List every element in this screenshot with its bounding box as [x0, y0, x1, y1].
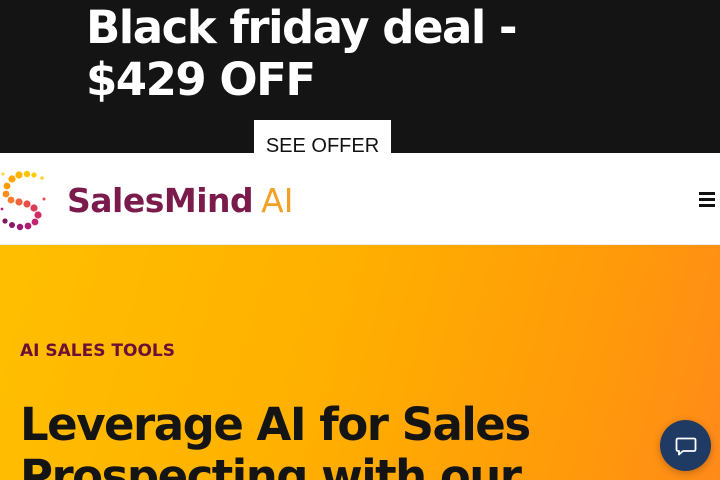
chat-bubble-icon [675, 437, 696, 455]
hamburger-menu-icon[interactable] [698, 186, 716, 210]
promo-title: Black friday deal - $429 OFF [86, 1, 518, 106]
logo-ai-suffix: AI [261, 180, 294, 220]
hero-eyebrow: AI SALES TOOLS [20, 341, 175, 361]
hero-section: AI SALES TOOLS Leverage AI for Sales Pro… [0, 245, 720, 480]
salesmind-logo-icon [0, 170, 46, 231]
promo-banner: Black friday deal - $429 OFF SEE OFFER [0, 0, 720, 153]
logo-wordmark: SalesMind [67, 180, 254, 220]
hero-title: Leverage AI for Sales Prospecting with o… [20, 398, 531, 480]
site-header: SalesMind AI [0, 153, 720, 245]
salesmind-logo-link[interactable]: SalesMind AI [0, 169, 293, 231]
chat-launcher-button[interactable] [660, 420, 711, 471]
see-offer-button[interactable]: SEE OFFER [254, 120, 391, 153]
